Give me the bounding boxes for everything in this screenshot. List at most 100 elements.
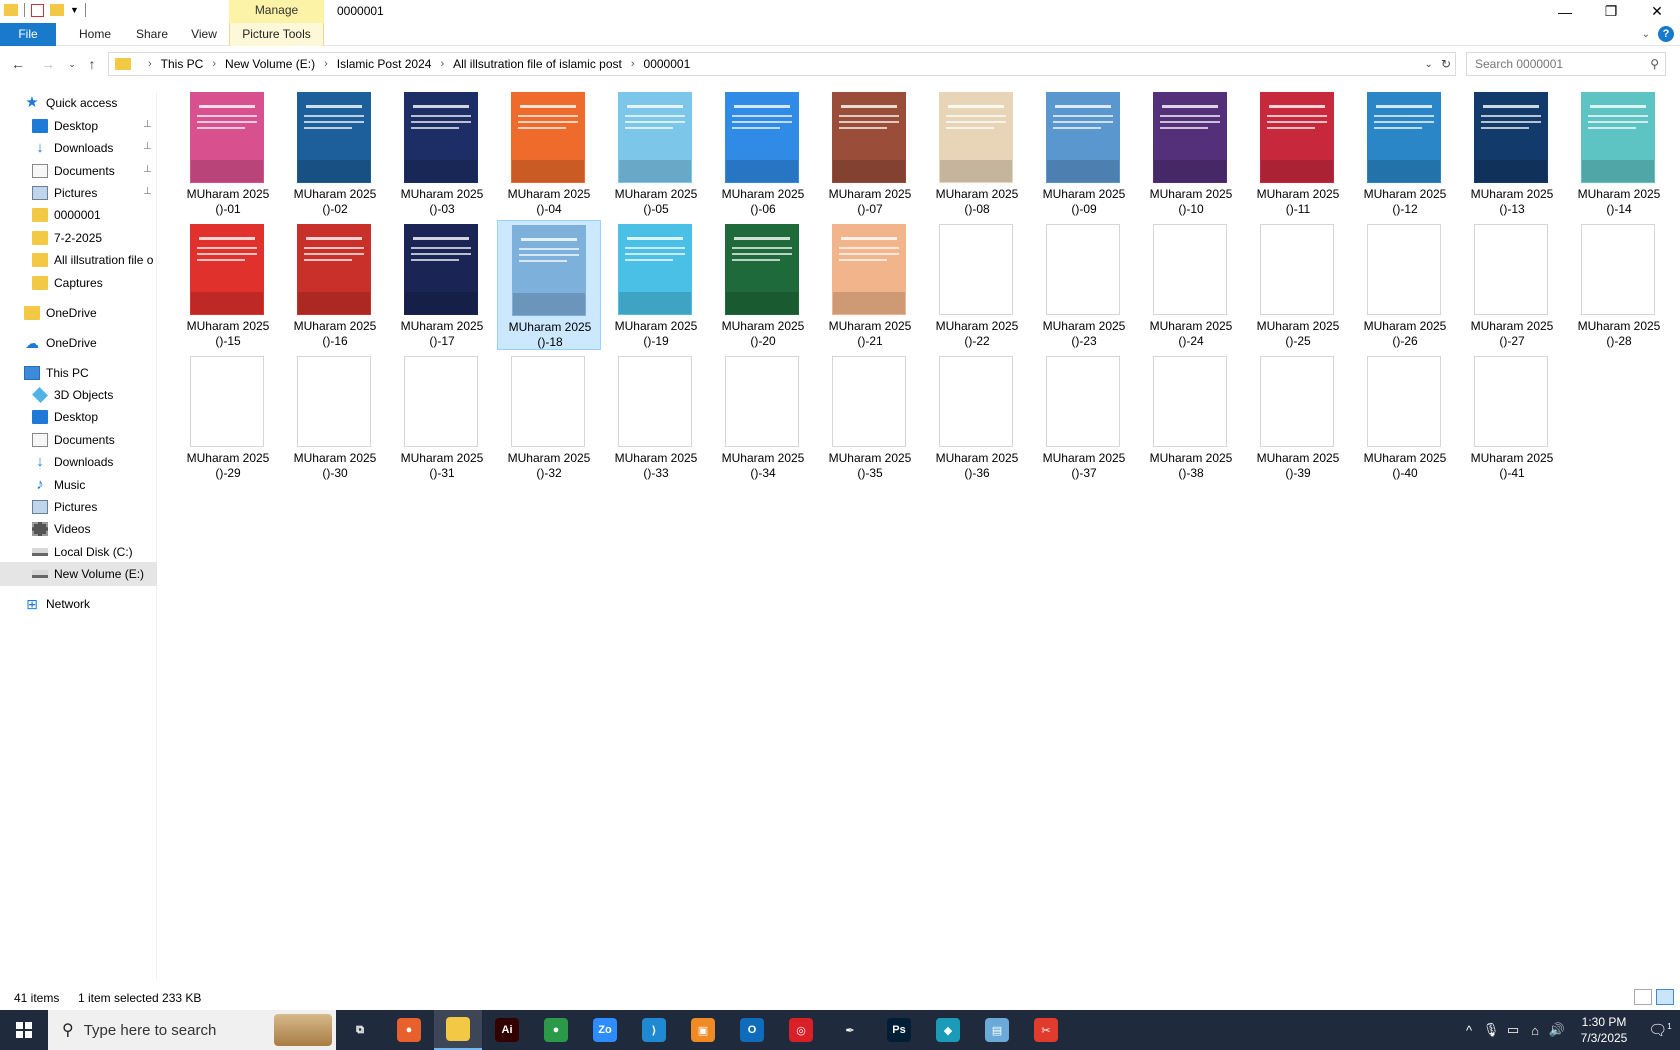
taskbar-app[interactable]: ✂ (1022, 1010, 1070, 1050)
tab-view[interactable]: View (180, 23, 228, 46)
file-tile[interactable]: MUharam 2025 ()-36 (925, 352, 1029, 482)
nav-item-onedrive[interactable]: OneDrive (24, 301, 157, 325)
taskbar-app[interactable]: ⧉ (336, 1010, 384, 1050)
file-tile[interactable]: MUharam 2025 ()-21 (818, 220, 922, 350)
file-tile[interactable]: MUharam 2025 ()-12 (1353, 88, 1457, 218)
customize-qat-chevron-icon[interactable]: ▼ (70, 5, 79, 15)
taskbar-app[interactable]: ✒ (826, 1010, 874, 1050)
chevron-right-icon[interactable]: › (148, 58, 152, 70)
file-tile[interactable]: MUharam 2025 ()-15 (176, 220, 280, 350)
file-tile[interactable]: MUharam 2025 ()-40 (1353, 352, 1457, 482)
file-tile[interactable]: MUharam 2025 ()-03 (390, 88, 494, 218)
tab-picture-tools[interactable]: Picture Tools (229, 23, 324, 46)
file-tile[interactable]: MUharam 2025 ()-02 (283, 88, 387, 218)
file-tile[interactable]: MUharam 2025 ()-28 (1567, 220, 1671, 350)
taskbar-app[interactable]: Ps (875, 1010, 923, 1050)
file-tile[interactable]: MUharam 2025 ()-32 (497, 352, 601, 482)
taskbar-app[interactable]: ● (385, 1010, 433, 1050)
chevron-right-icon[interactable]: › (324, 58, 328, 70)
chevron-right-icon[interactable]: › (212, 58, 216, 70)
file-tile[interactable]: MUharam 2025 ()-16 (283, 220, 387, 350)
volume-icon[interactable]: 🔊 (1546, 1022, 1568, 1038)
file-tile[interactable]: MUharam 2025 ()-09 (1032, 88, 1136, 218)
maximize-button[interactable]: ❐ (1588, 0, 1634, 23)
nav-item-quick-access[interactable]: ★ Quick access (24, 91, 157, 115)
minimize-button[interactable]: — (1542, 0, 1588, 23)
recent-locations-chevron-icon[interactable]: ⌄ (62, 54, 82, 74)
file-tile[interactable]: MUharam 2025 ()-23 (1032, 220, 1136, 350)
file-tile[interactable]: MUharam 2025 ()-01 (176, 88, 280, 218)
manage-contextual-tab[interactable]: Manage (229, 0, 324, 23)
taskbar-app[interactable] (434, 1010, 482, 1050)
taskbar-app[interactable]: O (728, 1010, 776, 1050)
nav-item-documents[interactable]: Documents (32, 428, 157, 452)
breadcrumb-illustration-folder[interactable]: All illsutration file of islamic post (453, 57, 622, 71)
search-input[interactable]: Search 0000001 ⚲ (1466, 52, 1666, 76)
forward-arrow-icon[interactable]: → (38, 54, 58, 74)
up-arrow-icon[interactable]: ↑ (82, 54, 102, 74)
nav-item-0000001[interactable]: 0000001 (32, 203, 157, 227)
taskbar-app[interactable]: Zo (581, 1010, 629, 1050)
file-tile[interactable]: MUharam 2025 ()-27 (1460, 220, 1564, 350)
nav-item-network[interactable]: ⊞ Network (24, 592, 157, 616)
file-tile[interactable]: MUharam 2025 ()-07 (818, 88, 922, 218)
nav-item-new-volume-e[interactable]: New Volume (E:) (0, 562, 157, 586)
file-tile[interactable]: MUharam 2025 ()-39 (1246, 352, 1350, 482)
file-tile[interactable]: MUharam 2025 ()-10 (1139, 88, 1243, 218)
nav-item-3d-objects[interactable]: 3D Objects (32, 383, 157, 407)
nav-item-onedrive[interactable]: ☁ OneDrive (24, 331, 157, 355)
network-icon[interactable]: ⌂ (1524, 1023, 1546, 1038)
address-dropdown-chevron-icon[interactable]: ⌄ (1425, 59, 1433, 70)
breadcrumb-new-volume[interactable]: New Volume (E:) (225, 57, 315, 71)
file-tile[interactable]: MUharam 2025 ()-31 (390, 352, 494, 482)
nav-item-7-2-2025[interactable]: 7-2-2025 (32, 226, 157, 250)
file-tile[interactable]: MUharam 2025 ()-04 (497, 88, 601, 218)
nav-item-pictures[interactable]: Pictures (32, 495, 157, 519)
nav-item-pictures[interactable]: Pictures (32, 181, 157, 205)
file-tile[interactable]: MUharam 2025 ()-24 (1139, 220, 1243, 350)
back-arrow-icon[interactable]: ← (8, 54, 28, 74)
file-tile[interactable]: MUharam 2025 ()-06 (711, 88, 815, 218)
taskbar-app[interactable]: ◆ (924, 1010, 972, 1050)
file-tile[interactable]: MUharam 2025 ()-29 (176, 352, 280, 482)
file-tile[interactable]: MUharam 2025 ()-33 (604, 352, 708, 482)
nav-item-captures[interactable]: Captures (32, 271, 157, 295)
details-view-icon[interactable] (1634, 989, 1652, 1005)
expand-ribbon-chevron-icon[interactable]: ⌄ (1642, 29, 1650, 40)
breadcrumb-this-pc[interactable]: This PC (161, 57, 204, 71)
nav-item-videos[interactable]: Videos (32, 517, 157, 541)
taskbar-app[interactable]: ● (532, 1010, 580, 1050)
tab-share[interactable]: Share (124, 23, 180, 46)
file-tile[interactable]: MUharam 2025 ()-35 (818, 352, 922, 482)
file-tile[interactable]: MUharam 2025 ()-14 (1567, 88, 1671, 218)
file-tile[interactable]: MUharam 2025 ()-05 (604, 88, 708, 218)
taskbar-app[interactable]: Ai (483, 1010, 531, 1050)
file-tile[interactable]: MUharam 2025 ()-13 (1460, 88, 1564, 218)
properties-icon[interactable] (31, 3, 44, 17)
breadcrumb-current-folder[interactable]: 0000001 (644, 57, 691, 71)
taskbar-app[interactable]: ▣ (679, 1010, 727, 1050)
chevron-right-icon[interactable]: › (631, 58, 635, 70)
file-tile[interactable]: MUharam 2025 ()-26 (1353, 220, 1457, 350)
taskbar-app[interactable]: ⟩ (630, 1010, 678, 1050)
start-button[interactable] (0, 1010, 48, 1050)
nav-item-downloads[interactable]: ↓ Downloads (32, 450, 157, 474)
nav-item-desktop[interactable]: Desktop (32, 405, 157, 429)
show-hidden-icons-chevron-icon[interactable]: ^ (1458, 1023, 1480, 1038)
clock[interactable]: 1:30 PM 7/3/2025 (1568, 1014, 1640, 1046)
file-tile[interactable]: MUharam 2025 ()-30 (283, 352, 387, 482)
large-icons-view-icon[interactable] (1656, 989, 1674, 1005)
taskbar-search[interactable]: ⚲ Type here to search (48, 1010, 336, 1050)
file-tile[interactable]: MUharam 2025 ()-34 (711, 352, 815, 482)
microphone-icon[interactable]: 🎙 (1480, 1022, 1502, 1038)
file-tile[interactable]: MUharam 2025 ()-38 (1139, 352, 1243, 482)
file-tile[interactable]: MUharam 2025 ()-17 (390, 220, 494, 350)
address-bar[interactable]: › This PC › New Volume (E:) › Islamic Po… (108, 52, 1456, 76)
nav-item-all-illsutration-file-o[interactable]: All illsutration file o (32, 248, 157, 272)
new-folder-icon[interactable] (50, 4, 64, 16)
taskbar-app[interactable]: ◎ (777, 1010, 825, 1050)
nav-item-documents[interactable]: Documents (32, 159, 157, 183)
nav-item-downloads[interactable]: ↓ Downloads (32, 136, 157, 160)
nav-item-desktop[interactable]: Desktop (32, 114, 157, 138)
tab-home[interactable]: Home (66, 23, 124, 46)
